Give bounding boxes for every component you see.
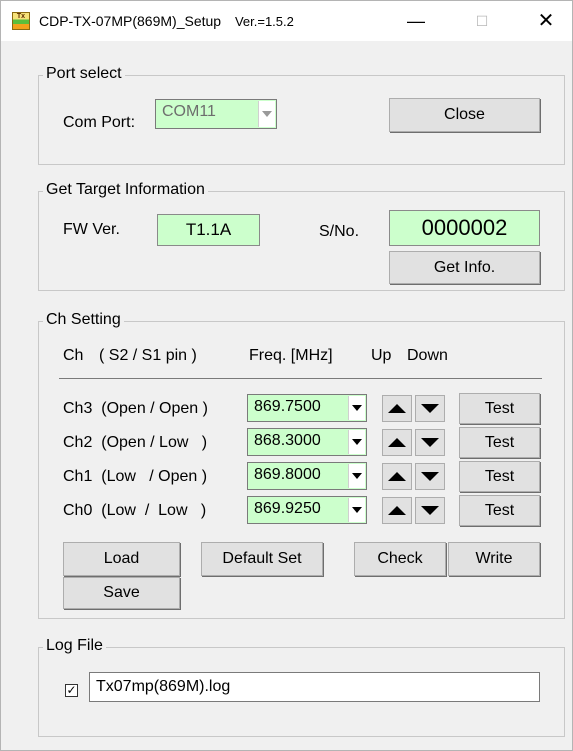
- header-frequency: Freq. [MHz]: [249, 347, 333, 364]
- header-ch: Ch: [63, 347, 84, 364]
- arrow-up-icon: [388, 506, 406, 515]
- channel-label: Ch2 (Open / Low ): [63, 434, 208, 451]
- arrow-down-icon: [421, 438, 439, 447]
- log-filename-value: Tx07mp(869M).log: [96, 678, 231, 695]
- save-button[interactable]: Save: [63, 577, 180, 609]
- window-title-text: CDP-TX-07MP(869M)_Setup: [39, 13, 222, 29]
- chevron-down-icon[interactable]: [348, 464, 365, 488]
- arrow-down-icon: [421, 506, 439, 515]
- ch-setting-legend: Ch Setting: [43, 311, 124, 329]
- frequency-value: 869.8000: [254, 466, 321, 483]
- com-port-label: Com Port:: [63, 114, 136, 131]
- channel-label: Ch0 (Low / Low ): [63, 502, 207, 519]
- log-file-legend: Log File: [43, 637, 106, 655]
- arrow-up-icon: [388, 404, 406, 413]
- chevron-down-icon[interactable]: [348, 430, 365, 454]
- target-info-legend: Get Target Information: [43, 181, 208, 199]
- frequency-select[interactable]: 868.3000: [247, 428, 367, 456]
- close-port-button[interactable]: Close: [389, 98, 540, 132]
- log-filename-input[interactable]: Tx07mp(869M).log: [89, 672, 540, 702]
- serial-number-value: 0000002: [389, 210, 540, 246]
- app-icon: Tx: [12, 12, 30, 30]
- chevron-down-icon[interactable]: [348, 498, 365, 522]
- app-window: Tx CDP-TX-07MP(869M)_Setup Ver.=1.5.2 — …: [0, 0, 573, 751]
- window-title: CDP-TX-07MP(869M)_Setup Ver.=1.5.2: [39, 13, 294, 29]
- load-button[interactable]: Load: [63, 542, 180, 576]
- fw-version-label: FW Ver.: [63, 221, 120, 238]
- channel-label: Ch3 (Open / Open ): [63, 400, 208, 417]
- test-button[interactable]: Test: [459, 495, 540, 526]
- frequency-value: 869.9250: [254, 500, 321, 517]
- up-arrow-button[interactable]: [382, 463, 412, 490]
- default-set-button[interactable]: Default Set: [201, 542, 323, 576]
- header-down: Down: [407, 347, 448, 364]
- frequency-select[interactable]: 869.8000: [247, 462, 367, 490]
- chevron-down-icon[interactable]: [258, 101, 275, 127]
- frequency-select[interactable]: 869.7500: [247, 394, 367, 422]
- channel-label: Ch1 (Low / Open ): [63, 468, 208, 485]
- close-window-button[interactable]: ✕: [523, 1, 569, 41]
- test-button[interactable]: Test: [459, 461, 540, 492]
- title-bar[interactable]: Tx CDP-TX-07MP(869M)_Setup Ver.=1.5.2 — …: [1, 1, 572, 41]
- arrow-down-icon: [421, 404, 439, 413]
- up-arrow-button[interactable]: [382, 497, 412, 524]
- arrow-up-icon: [388, 472, 406, 481]
- header-pins: ( S2 / S1 pin ): [99, 347, 197, 364]
- header-up: Up: [371, 347, 392, 364]
- arrow-up-icon: [388, 438, 406, 447]
- version-text: Ver.=1.5.2: [234, 14, 294, 29]
- header-divider: [59, 378, 542, 379]
- check-button[interactable]: Check: [354, 542, 446, 576]
- up-arrow-button[interactable]: [382, 395, 412, 422]
- down-arrow-button[interactable]: [415, 497, 445, 524]
- fw-version-value: T1.1A: [157, 214, 260, 246]
- chevron-down-icon[interactable]: [348, 396, 365, 420]
- up-arrow-button[interactable]: [382, 429, 412, 456]
- write-button[interactable]: Write: [448, 542, 540, 576]
- serial-number-label: S/No.: [319, 223, 360, 240]
- maximize-button[interactable]: ☐: [459, 1, 505, 41]
- down-arrow-button[interactable]: [415, 395, 445, 422]
- arrow-down-icon: [421, 472, 439, 481]
- port-select-legend: Port select: [43, 65, 125, 83]
- frequency-value: 869.7500: [254, 398, 321, 415]
- down-arrow-button[interactable]: [415, 429, 445, 456]
- test-button[interactable]: Test: [459, 393, 540, 424]
- test-button[interactable]: Test: [459, 427, 540, 458]
- frequency-value: 868.3000: [254, 432, 321, 449]
- frequency-select[interactable]: 869.9250: [247, 496, 367, 524]
- com-port-select[interactable]: COM11: [155, 99, 277, 129]
- minimize-button[interactable]: —: [393, 1, 439, 41]
- com-port-value: COM11: [162, 103, 216, 120]
- down-arrow-button[interactable]: [415, 463, 445, 490]
- log-enable-checkbox[interactable]: ✓: [65, 684, 78, 697]
- get-info-button[interactable]: Get Info.: [389, 251, 540, 284]
